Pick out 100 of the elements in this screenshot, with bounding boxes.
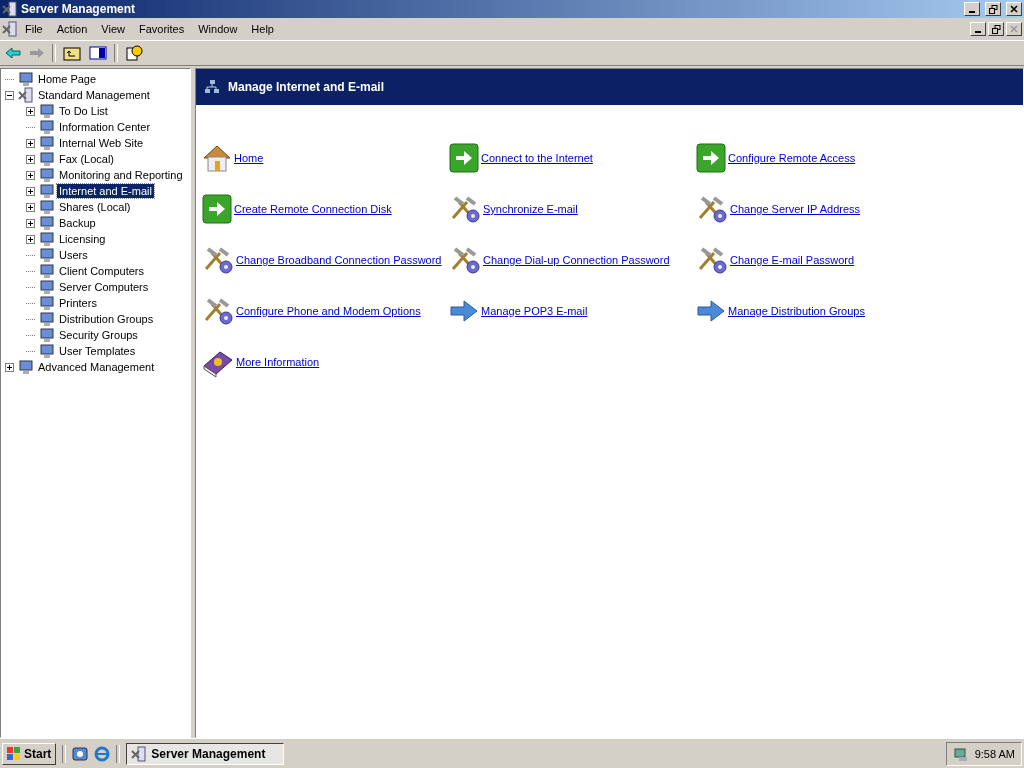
tree-item[interactable]: Internet and E-mail bbox=[57, 184, 154, 198]
panel-title: Manage Internet and E-mail bbox=[228, 80, 385, 94]
arrow-icon bbox=[449, 299, 479, 323]
plus-icon bbox=[27, 235, 34, 243]
computer-icon bbox=[39, 119, 55, 135]
restore-icon bbox=[991, 24, 1001, 34]
network-tray-icon[interactable] bbox=[952, 745, 969, 762]
tools-icon bbox=[696, 194, 728, 224]
task-link[interactable]: Change Broadband Connection Password bbox=[236, 254, 442, 266]
expander-toggle[interactable] bbox=[26, 138, 35, 148]
tree-item[interactable]: Users bbox=[57, 248, 90, 262]
browser-icon[interactable] bbox=[94, 745, 111, 762]
tree-item[interactable]: Standard Management bbox=[36, 88, 152, 102]
plus-icon bbox=[27, 107, 34, 115]
tree-item[interactable]: Advanced Management bbox=[36, 360, 157, 374]
tools-icon bbox=[449, 245, 481, 275]
minimize-button[interactable] bbox=[970, 22, 986, 36]
folder-up-icon[interactable] bbox=[62, 44, 82, 62]
tree-item[interactable]: Monitoring and Reporting bbox=[57, 168, 185, 182]
tree-item[interactable]: Client Computers bbox=[57, 264, 146, 278]
close-icon bbox=[1010, 5, 1018, 13]
computer-icon bbox=[39, 279, 55, 295]
computer-icon bbox=[39, 183, 55, 199]
computer-icon bbox=[39, 343, 55, 359]
task-link[interactable]: Home bbox=[234, 152, 264, 164]
task-link[interactable]: Manage Distribution Groups bbox=[728, 305, 865, 317]
panel-icon[interactable] bbox=[88, 44, 108, 62]
plus-icon bbox=[6, 363, 13, 371]
computer-icon bbox=[39, 247, 55, 263]
computer-icon bbox=[39, 135, 55, 151]
task-link[interactable]: Create Remote Connection Disk bbox=[234, 203, 392, 215]
tree-item[interactable]: To Do List bbox=[57, 104, 110, 118]
task-link[interactable]: Connect to the Internet bbox=[481, 152, 593, 164]
menu-item[interactable]: View bbox=[94, 21, 132, 37]
computer-icon bbox=[39, 151, 55, 167]
server-icon bbox=[18, 87, 34, 103]
plus-icon bbox=[27, 219, 34, 227]
task-link[interactable]: Configure Phone and Modem Options bbox=[236, 305, 421, 317]
task-link[interactable]: Manage POP3 E-mail bbox=[481, 305, 588, 317]
task-link[interactable]: Change Server IP Address bbox=[730, 203, 861, 215]
desktop-icon[interactable] bbox=[72, 745, 89, 762]
computer-icon bbox=[39, 103, 55, 119]
server-icon bbox=[131, 745, 148, 762]
tree-item[interactable]: Distribution Groups bbox=[57, 312, 156, 326]
minimize-button[interactable] bbox=[964, 2, 980, 16]
tree-item[interactable]: Server Computers bbox=[57, 280, 151, 294]
tree-item[interactable]: Shares (Local) bbox=[57, 200, 133, 214]
windows-flag-icon bbox=[7, 746, 21, 761]
computer-icon bbox=[39, 295, 55, 311]
task-link[interactable]: Synchronize E-mail bbox=[483, 203, 578, 215]
computer-icon bbox=[18, 359, 34, 375]
arrow-icon bbox=[696, 299, 726, 323]
close-button[interactable] bbox=[1006, 22, 1022, 36]
restore-icon bbox=[988, 4, 998, 14]
expander-toggle[interactable] bbox=[26, 234, 35, 244]
help-icon[interactable] bbox=[124, 44, 144, 62]
computer-icon bbox=[39, 311, 55, 327]
computer-icon bbox=[39, 327, 55, 343]
tree-item[interactable]: User Templates bbox=[57, 344, 138, 358]
computer-icon bbox=[39, 263, 55, 279]
tree-item[interactable]: Information Center bbox=[57, 120, 153, 134]
expander-toggle[interactable] bbox=[26, 106, 35, 116]
task-link[interactable]: Configure Remote Access bbox=[728, 152, 856, 164]
task-link[interactable]: Change Dial-up Connection Password bbox=[483, 254, 670, 266]
taskbar-button[interactable]: Server Management bbox=[126, 742, 285, 765]
expander-toggle[interactable] bbox=[5, 362, 14, 372]
expander-toggle[interactable] bbox=[26, 154, 35, 164]
menu-item[interactable]: File bbox=[18, 21, 50, 37]
restore-button[interactable] bbox=[988, 22, 1004, 36]
menu-item[interactable]: Action bbox=[49, 21, 95, 37]
menu-item[interactable]: Window bbox=[191, 21, 245, 37]
plus-icon bbox=[27, 203, 34, 211]
house-icon bbox=[202, 143, 232, 173]
menu-item[interactable]: Favorites bbox=[131, 21, 192, 37]
computer-icon bbox=[39, 167, 55, 183]
plus-icon bbox=[27, 171, 34, 179]
expander-toggle[interactable] bbox=[26, 186, 35, 196]
tree-item[interactable]: Licensing bbox=[57, 232, 108, 246]
back-icon[interactable] bbox=[4, 45, 22, 61]
start-button[interactable]: Start bbox=[2, 742, 57, 765]
tree-item[interactable]: Security Groups bbox=[57, 328, 140, 342]
expander-toggle[interactable] bbox=[26, 218, 35, 228]
close-button[interactable] bbox=[1006, 2, 1022, 16]
task-link[interactable]: More Information bbox=[236, 356, 320, 368]
tree-item[interactable]: Internal Web Site bbox=[57, 136, 146, 150]
tree-item[interactable]: Home Page bbox=[36, 72, 99, 86]
window-title: Server Management bbox=[21, 2, 137, 16]
app-icon bbox=[2, 1, 18, 17]
tree-item[interactable]: Printers bbox=[57, 296, 99, 310]
expander-toggle[interactable] bbox=[26, 202, 35, 212]
tree-item[interactable]: Fax (Local) bbox=[57, 152, 117, 166]
tools-icon bbox=[202, 296, 234, 326]
expander-toggle[interactable] bbox=[5, 90, 14, 100]
restore-button[interactable] bbox=[985, 2, 1001, 16]
task-link[interactable]: Change E-mail Password bbox=[730, 254, 855, 266]
document-icon bbox=[2, 21, 18, 37]
plus-icon bbox=[27, 155, 34, 163]
tree-item[interactable]: Backup bbox=[57, 216, 98, 230]
menu-item[interactable]: Help bbox=[244, 21, 281, 37]
expander-toggle[interactable] bbox=[26, 170, 35, 180]
